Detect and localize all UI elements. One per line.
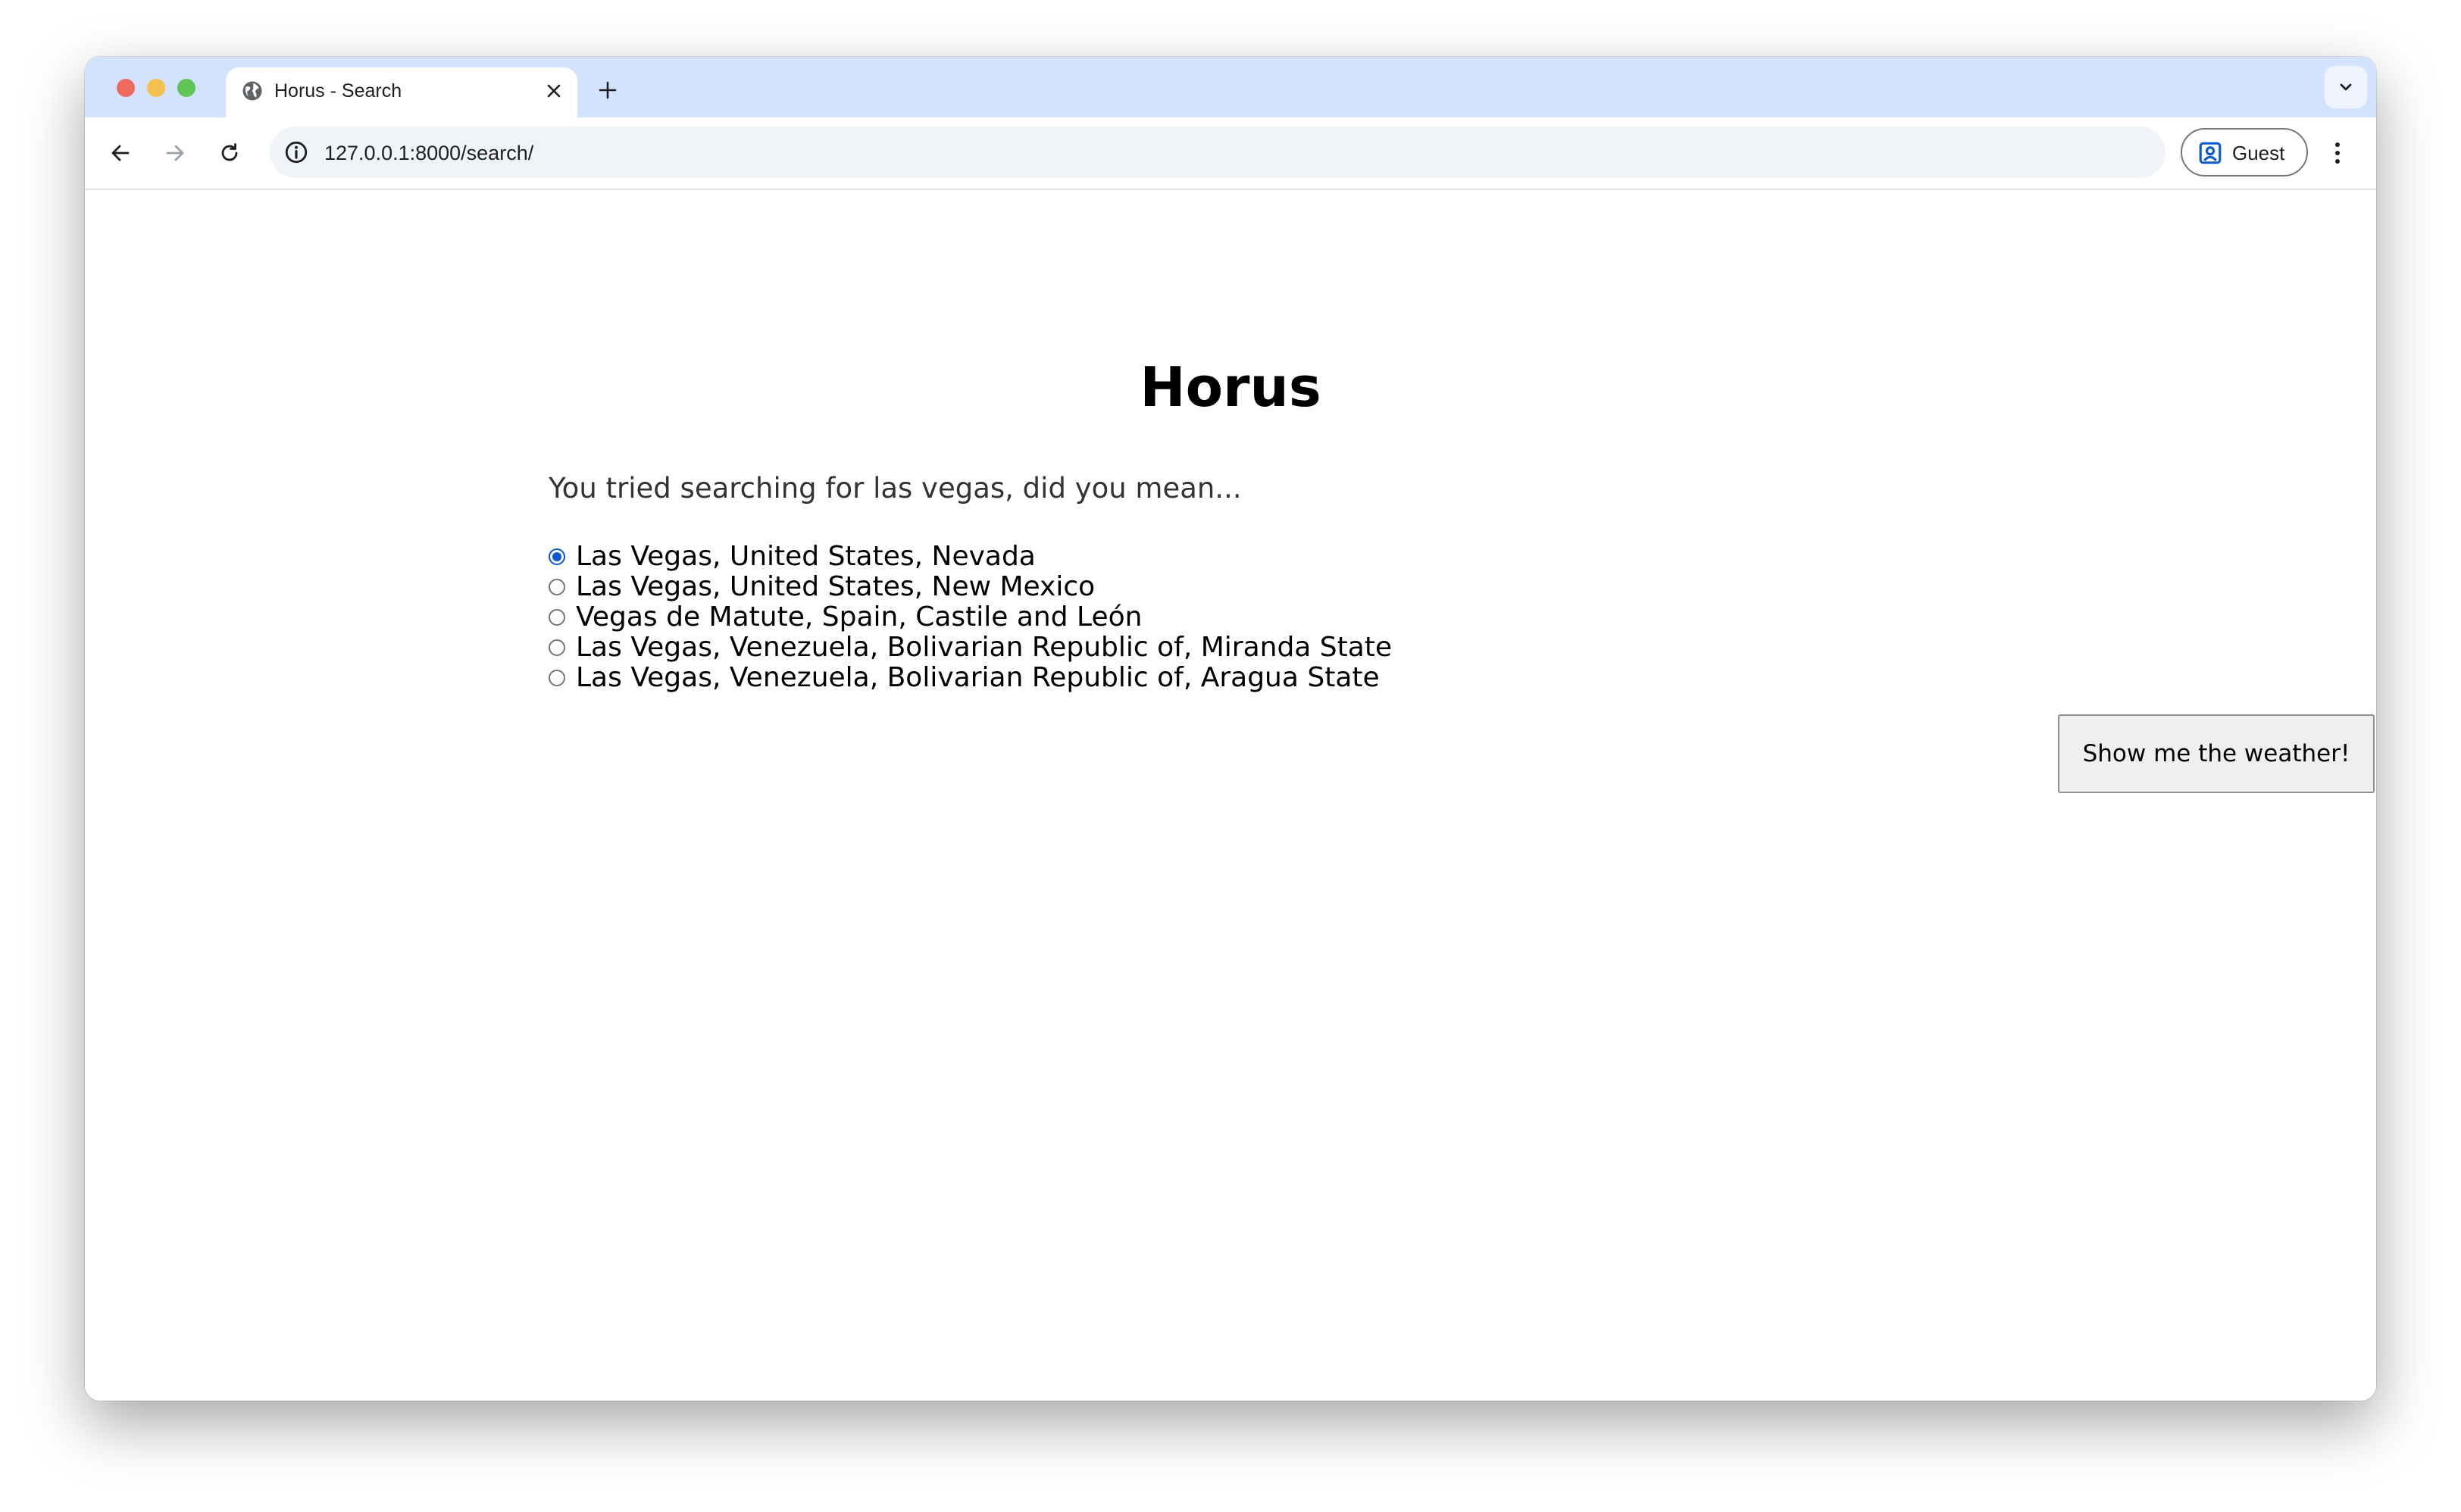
- location-option[interactable]: Las Vegas, Venezuela, Bolivarian Republi…: [549, 663, 1392, 693]
- address-bar[interactable]: 127.0.0.1:8000/search/: [270, 127, 2165, 178]
- profile-icon: [2199, 142, 2222, 164]
- location-option[interactable]: Las Vegas, United States, New Mexico: [549, 572, 1392, 602]
- location-options: Las Vegas, United States, Nevada Las Veg…: [549, 542, 1392, 693]
- page-content: Horus You tried searching for las vegas,…: [85, 190, 2376, 1401]
- plus-icon: [599, 81, 617, 99]
- location-option-label[interactable]: Vegas de Matute, Spain, Castile and León: [576, 602, 1142, 633]
- new-tab-button[interactable]: [591, 73, 624, 107]
- more-vertical-icon: [2335, 142, 2340, 164]
- radio-button[interactable]: [549, 579, 565, 595]
- close-window-button[interactable]: [117, 79, 135, 97]
- location-option-label[interactable]: Las Vegas, Venezuela, Bolivarian Republi…: [576, 633, 1392, 663]
- address-url: 127.0.0.1:8000/search/: [324, 142, 534, 164]
- profile-label: Guest: [2232, 142, 2285, 164]
- minimize-window-button[interactable]: [147, 79, 165, 97]
- globe-icon: [242, 81, 262, 101]
- show-weather-button[interactable]: Show me the weather!: [2058, 714, 2375, 793]
- forward-button[interactable]: [155, 133, 195, 173]
- location-option[interactable]: Las Vegas, Venezuela, Bolivarian Republi…: [549, 633, 1392, 663]
- page-title: Horus: [1140, 355, 1321, 419]
- tab-close-button[interactable]: [541, 78, 567, 104]
- tab-title: Horus - Search: [274, 80, 402, 102]
- chevron-down-icon: [2340, 83, 2352, 91]
- browser-tab[interactable]: Horus - Search: [226, 67, 577, 117]
- tab-strip: Horus - Search: [85, 57, 2376, 117]
- arrow-left-icon: [111, 145, 130, 161]
- tab-search-button[interactable]: [2325, 66, 2367, 108]
- location-option-label[interactable]: Las Vegas, Venezuela, Bolivarian Republi…: [576, 663, 1380, 693]
- arrow-right-icon: [166, 145, 184, 161]
- browser-window: Horus - Search 127.0.0.1:8000/search/ Gu…: [85, 57, 2376, 1401]
- radio-button[interactable]: [549, 670, 565, 686]
- location-option-label[interactable]: Las Vegas, United States, New Mexico: [576, 572, 1095, 602]
- close-icon: [547, 84, 561, 98]
- radio-button[interactable]: [549, 639, 565, 656]
- location-option[interactable]: Las Vegas, United States, Nevada: [549, 542, 1392, 572]
- radio-button[interactable]: [549, 609, 565, 626]
- back-button[interactable]: [100, 133, 141, 173]
- location-option-label[interactable]: Las Vegas, United States, Nevada: [576, 542, 1036, 572]
- reload-icon: [221, 143, 238, 161]
- browser-toolbar: 127.0.0.1:8000/search/ Guest: [85, 117, 2376, 190]
- location-option[interactable]: Vegas de Matute, Spain, Castile and León: [549, 602, 1392, 633]
- maximize-window-button[interactable]: [177, 79, 195, 97]
- browser-menu-button[interactable]: [2320, 136, 2355, 170]
- radio-button[interactable]: [549, 548, 565, 565]
- info-icon[interactable]: [283, 139, 309, 165]
- reload-button[interactable]: [209, 133, 250, 173]
- did-you-mean-prompt: You tried searching for las vegas, did y…: [549, 472, 1242, 505]
- profile-button[interactable]: Guest: [2181, 128, 2308, 177]
